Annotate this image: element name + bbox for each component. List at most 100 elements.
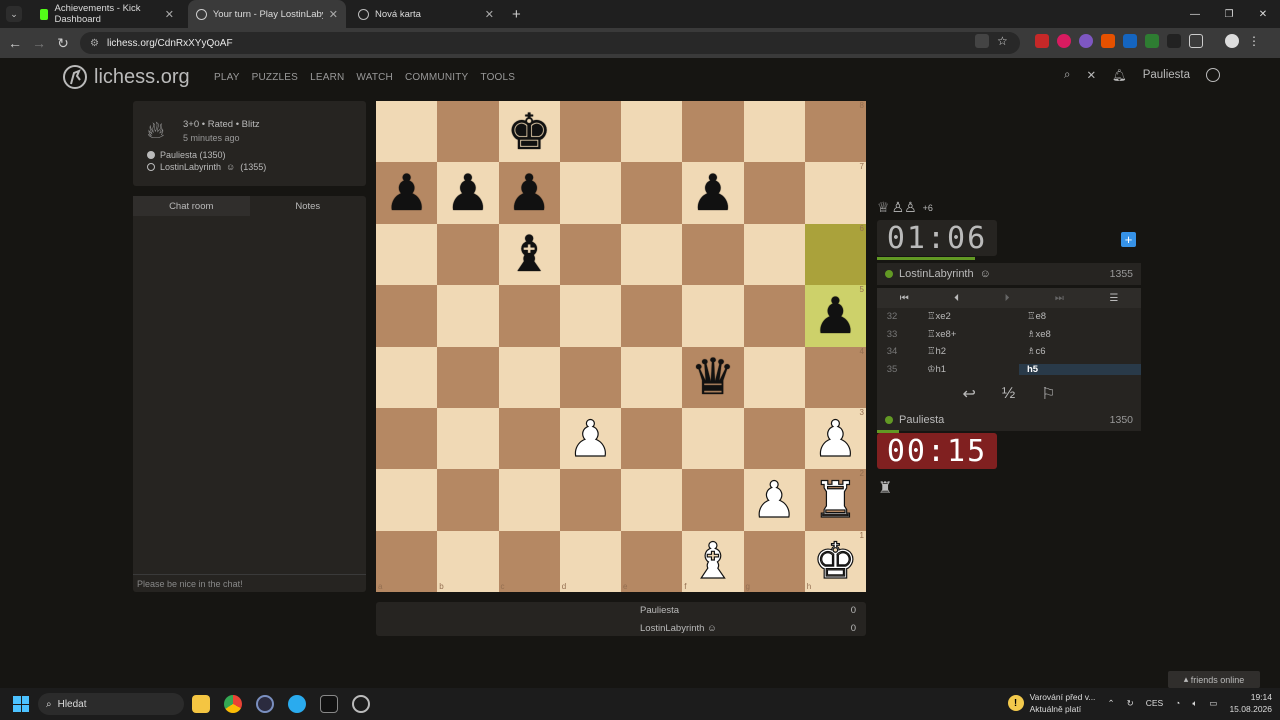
square-c2[interactable]: [498, 469, 560, 531]
extension-icon[interactable]: [1145, 34, 1159, 48]
square-h2[interactable]: 2 ♜: [804, 469, 866, 531]
offer-draw-button[interactable]: ½: [1002, 385, 1015, 403]
chrome-icon[interactable]: [224, 695, 242, 713]
minimize-icon[interactable]: —: [1178, 0, 1212, 28]
tab-lichess[interactable]: Your turn - Play LostinLabyrinth ✕: [188, 0, 346, 28]
square-h4[interactable]: 4: [804, 346, 866, 408]
black-move[interactable]: ♗c6: [1019, 346, 1141, 357]
square-e3[interactable]: [621, 407, 683, 470]
friends-online-button[interactable]: ▴ friends online: [1168, 671, 1260, 688]
square-g1[interactable]: g: [743, 530, 805, 592]
taskbar-search[interactable]: ⌕ Hledat: [38, 693, 184, 715]
square-a1[interactable]: a: [376, 530, 438, 592]
white-player[interactable]: Pauliesta (1350): [147, 150, 226, 160]
square-e1[interactable]: e: [621, 530, 683, 592]
white-king-icon[interactable]: ♚: [812, 536, 858, 587]
square-f3[interactable]: [682, 407, 744, 470]
square-a5[interactable]: [376, 285, 438, 347]
plus-icon[interactable]: +: [1121, 232, 1136, 247]
square-g4[interactable]: [743, 346, 805, 408]
square-g8[interactable]: [743, 101, 805, 163]
square-b5[interactable]: [437, 285, 499, 347]
tab-kick[interactable]: Achievements - Kick Dashboard ✕: [32, 0, 182, 28]
resign-flag-icon[interactable]: ⚐: [1041, 384, 1055, 404]
close-tab-icon[interactable]: ✕: [165, 8, 174, 21]
square-f6[interactable]: [682, 223, 744, 286]
nav-tools[interactable]: TOOLS: [480, 72, 515, 83]
square-g7[interactable]: [743, 162, 805, 224]
square-d6[interactable]: [559, 223, 621, 286]
chat-input[interactable]: Please be nice in the chat!: [133, 574, 366, 592]
square-a7[interactable]: ♟: [376, 162, 438, 224]
white-rook-icon[interactable]: ♜: [812, 474, 858, 525]
site-logo[interactable]: lichess.org: [62, 64, 190, 90]
black-move[interactable]: h5: [1019, 363, 1141, 375]
tab-chat-room[interactable]: Chat room: [133, 196, 250, 216]
nav-community[interactable]: COMMUNITY: [405, 72, 468, 83]
square-b6[interactable]: [437, 223, 499, 286]
tab-notes[interactable]: Notes: [250, 196, 367, 216]
my-player[interactable]: Pauliesta 1350: [877, 409, 1141, 431]
square-f8[interactable]: [682, 101, 744, 163]
square-g6[interactable]: [743, 223, 805, 286]
search-icon[interactable]: ⌕: [1064, 69, 1070, 82]
user-avatar-icon[interactable]: [1206, 68, 1220, 82]
black-move[interactable]: ♗xe8: [1019, 329, 1141, 340]
obs-icon[interactable]: [256, 695, 274, 713]
extension-icon[interactable]: [1167, 34, 1181, 48]
battery-icon[interactable]: ▭: [1209, 698, 1217, 709]
language-indicator[interactable]: CES: [1146, 698, 1163, 708]
square-e2[interactable]: [621, 469, 683, 531]
square-g5[interactable]: [743, 285, 805, 347]
square-a2[interactable]: [376, 469, 438, 531]
square-c6[interactable]: ♝: [498, 223, 560, 286]
square-f2[interactable]: [682, 469, 744, 531]
square-c8[interactable]: ♚: [498, 101, 560, 163]
square-e5[interactable]: [621, 285, 683, 347]
square-h8[interactable]: 8: [804, 101, 866, 163]
square-d7[interactable]: [559, 162, 621, 224]
star-icon[interactable]: ☆: [997, 34, 1011, 48]
square-c3[interactable]: [498, 407, 560, 470]
sync-icon[interactable]: ↻: [1127, 698, 1134, 709]
close-window-icon[interactable]: ✕: [1246, 0, 1280, 28]
bell-icon[interactable]: 🔔︎: [1112, 68, 1127, 82]
menu-icon[interactable]: ☰: [1109, 293, 1118, 304]
square-e8[interactable]: [621, 101, 683, 163]
square-h6[interactable]: 6: [804, 223, 866, 286]
white-pawn-icon[interactable]: ♟: [812, 413, 858, 464]
wifi-icon[interactable]: ◔: [1175, 698, 1180, 708]
nav-watch[interactable]: WATCH: [356, 72, 393, 83]
square-b8[interactable]: [437, 101, 499, 163]
square-c7[interactable]: ♟: [498, 162, 560, 224]
reload-icon[interactable]: ↻: [51, 35, 75, 52]
square-c4[interactable]: [498, 346, 560, 408]
last-move-icon[interactable]: ⏭: [1055, 293, 1064, 304]
new-tab-button[interactable]: +: [512, 6, 521, 23]
square-b2[interactable]: [437, 469, 499, 531]
square-d3[interactable]: ♟: [559, 407, 621, 470]
square-d1[interactable]: d: [559, 530, 621, 592]
extension-icon[interactable]: [1079, 34, 1093, 48]
square-e7[interactable]: [621, 162, 683, 224]
prev-move-icon[interactable]: ⏴: [954, 293, 959, 304]
url-field[interactable]: ⚙ lichess.org/CdnRxXYyQoAF: [80, 32, 1020, 54]
file-explorer-icon[interactable]: [192, 695, 210, 713]
warning-icon[interactable]: !: [1007, 695, 1024, 711]
square-b1[interactable]: b: [437, 530, 499, 592]
square-a3[interactable]: [376, 407, 438, 470]
white-pawn-icon[interactable]: ♟: [567, 413, 613, 464]
square-e6[interactable]: [621, 223, 683, 286]
opponent-player[interactable]: LostinLabyrinth ☺ 1355: [877, 263, 1141, 285]
square-h7[interactable]: 7: [804, 162, 866, 224]
square-h5[interactable]: 5 ♟: [804, 285, 866, 347]
extensions-puzzle-icon[interactable]: [1189, 34, 1203, 48]
square-d4[interactable]: [559, 346, 621, 408]
square-b7[interactable]: ♟: [437, 162, 499, 224]
app-icon[interactable]: [320, 695, 338, 713]
back-icon[interactable]: ←: [3, 35, 27, 51]
weather-warning[interactable]: Varování před v... Aktuálně platí: [1030, 691, 1096, 715]
square-e4[interactable]: [621, 346, 683, 408]
square-h1[interactable]: 1 h ♚: [804, 530, 866, 592]
maximize-icon[interactable]: ❐: [1212, 0, 1246, 28]
